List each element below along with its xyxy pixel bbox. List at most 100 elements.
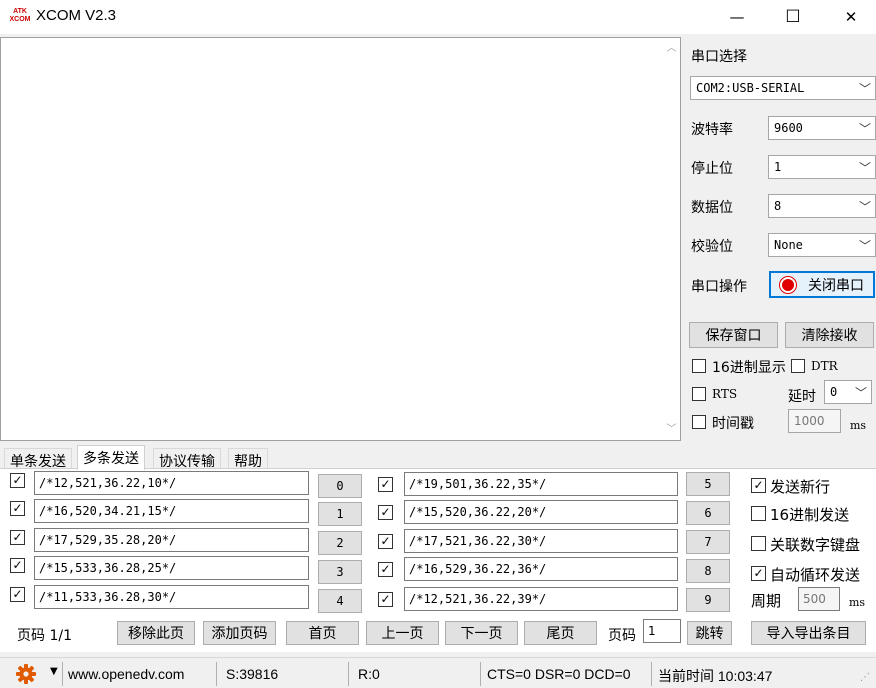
chevron-down-icon: ﹀ — [858, 239, 871, 253]
delay-select[interactable]: 0 ﹀ — [824, 380, 872, 404]
send-text-input[interactable]: /*16,529,36.22,36*/ — [404, 557, 678, 581]
chevron-down-icon: ﹀ — [854, 386, 867, 400]
send-text-input[interactable]: /*15,520,36.22,20*/ — [404, 500, 678, 524]
tab-single-send[interactable]: 单条发送 — [4, 448, 72, 470]
chevron-down-icon: ﹀ — [858, 161, 871, 175]
gear-icon[interactable] — [16, 664, 36, 684]
timestamp-unit: ms — [850, 419, 867, 432]
row-checkbox[interactable]: ✓ — [378, 562, 393, 577]
timestamp-checkbox[interactable] — [692, 415, 706, 429]
remove-page-button[interactable]: 移除此页 — [117, 621, 195, 645]
send-button-8[interactable]: 8 — [686, 559, 730, 583]
timestamp-interval-input[interactable]: 1000 — [788, 409, 841, 433]
numpad-checkbox[interactable] — [751, 536, 766, 551]
send-button-3[interactable]: 3 — [318, 560, 362, 584]
send-button-1[interactable]: 1 — [318, 502, 362, 526]
send-text-input[interactable]: /*11,533,36.28,30*/ — [34, 585, 309, 609]
send-text-input[interactable]: /*17,521,36.22,30*/ — [404, 529, 678, 553]
parity-select[interactable]: None ﹀ — [768, 233, 876, 257]
tab-protocol[interactable]: 协议传输 — [153, 448, 221, 470]
baud-label: 波特率 — [691, 122, 733, 138]
period-input[interactable]: 500 — [798, 587, 840, 611]
hex-display-checkbox[interactable] — [692, 359, 706, 373]
send-text-input[interactable]: /*12,521,36.22,39*/ — [404, 587, 678, 611]
sent-count: S:39816 — [226, 666, 279, 682]
first-page-button[interactable]: 首页 — [286, 621, 359, 645]
dtr-checkbox[interactable] — [791, 359, 805, 373]
stop-bits-select[interactable]: 1 ﹀ — [768, 155, 876, 179]
data-bits-label: 数据位 — [691, 200, 733, 216]
receive-textarea[interactable]: ︿ ﹀ — [0, 37, 681, 441]
tab-multi-send[interactable]: 多条发送 — [77, 445, 145, 470]
send-text-input[interactable]: /*15,533,36.28,25*/ — [34, 556, 309, 580]
clear-receive-button[interactable]: 清除接收 — [785, 322, 874, 348]
parity-value: None — [774, 238, 803, 252]
dropdown-arrow-icon[interactable]: ▼ — [50, 666, 58, 677]
send-newline-label: 发送新行 — [770, 478, 831, 496]
row-checkbox[interactable]: ✓ — [10, 473, 25, 488]
close-button[interactable]: ✕ — [828, 0, 874, 34]
row-checkbox[interactable]: ✓ — [378, 505, 393, 520]
row-checkbox[interactable]: ✓ — [378, 534, 393, 549]
receive-scrollbar[interactable]: ︿ ﹀ — [663, 38, 680, 440]
send-button-6[interactable]: 6 — [686, 501, 730, 525]
app-logo-icon: ATK XCOM — [9, 8, 31, 26]
row-checkbox[interactable]: ✓ — [10, 530, 25, 545]
delay-value: 0 — [830, 385, 838, 399]
send-button-7[interactable]: 7 — [686, 530, 730, 554]
dtr-label: DTR — [811, 359, 838, 373]
website-link[interactable]: www.openedv.com — [68, 666, 184, 682]
send-newline-checkbox[interactable]: ✓ — [751, 478, 766, 493]
received-count: R:0 — [358, 666, 380, 682]
last-page-button[interactable]: 尾页 — [524, 621, 597, 645]
baud-select[interactable]: 9600 ﹀ — [768, 116, 876, 140]
hex-send-checkbox[interactable] — [751, 506, 766, 521]
period-unit: ms — [849, 596, 866, 609]
row-checkbox[interactable]: ✓ — [378, 477, 393, 492]
send-button-2[interactable]: 2 — [318, 531, 362, 555]
page-info: 页码 1/1 — [17, 628, 72, 644]
import-export-button[interactable]: 导入导出条目 — [751, 621, 866, 645]
send-text-input[interactable]: /*19,501,36.22,35*/ — [404, 472, 678, 496]
send-button-5[interactable]: 5 — [686, 472, 730, 496]
maximize-button[interactable]: ☐ — [770, 0, 816, 34]
numpad-label: 关联数字键盘 — [770, 536, 861, 554]
jump-button[interactable]: 跳转 — [687, 621, 732, 645]
rts-checkbox[interactable] — [692, 387, 706, 401]
page-number-input[interactable]: 1 — [643, 619, 681, 643]
row-checkbox[interactable]: ✓ — [378, 592, 393, 607]
auto-loop-checkbox[interactable]: ✓ — [751, 566, 766, 581]
resize-grip-icon[interactable]: ⋰ — [860, 672, 870, 683]
send-button-0[interactable]: 0 — [318, 474, 362, 498]
row-checkbox[interactable]: ✓ — [10, 587, 25, 602]
send-text-input[interactable]: /*12,521,36.22,10*/ — [34, 471, 309, 495]
send-text-input[interactable]: /*16,520,34.21,15*/ — [34, 499, 309, 523]
prev-page-button[interactable]: 上一页 — [366, 621, 439, 645]
save-window-button[interactable]: 保存窗口 — [689, 322, 778, 348]
send-text-input[interactable]: /*17,529,35.28,20*/ — [34, 528, 309, 552]
delay-label: 延时 — [788, 389, 816, 405]
tab-help[interactable]: 帮助 — [228, 448, 268, 470]
add-page-button[interactable]: 添加页码 — [203, 621, 276, 645]
period-label: 周期 — [751, 592, 782, 610]
minimize-button[interactable]: — — [714, 0, 760, 34]
next-page-button[interactable]: 下一页 — [445, 621, 518, 645]
data-bits-select[interactable]: 8 ﹀ — [768, 194, 876, 218]
row-checkbox[interactable]: ✓ — [10, 558, 25, 573]
status-separator — [62, 662, 63, 686]
send-button-4[interactable]: 4 — [318, 589, 362, 613]
port-select[interactable]: COM2:USB-SERIAL ﹀ — [690, 76, 876, 100]
scroll-down-icon[interactable]: ﹀ — [665, 423, 678, 436]
baud-value: 9600 — [774, 121, 803, 135]
scroll-up-icon[interactable]: ︿ — [665, 42, 678, 55]
status-separator — [348, 662, 349, 686]
status-bar: ▼ www.openedv.com S:39816 R:0 CTS=0 DSR=… — [0, 657, 876, 687]
row-checkbox[interactable]: ✓ — [10, 501, 25, 516]
data-bits-value: 8 — [774, 199, 782, 213]
line-signals: CTS=0 DSR=0 DCD=0 — [487, 666, 631, 682]
close-port-button[interactable]: 关闭串口 — [769, 271, 875, 298]
chevron-down-icon: ﹀ — [858, 200, 871, 214]
page-label: 页码 — [608, 628, 636, 644]
port-operation-label: 串口操作 — [691, 279, 747, 295]
send-button-9[interactable]: 9 — [686, 588, 730, 612]
